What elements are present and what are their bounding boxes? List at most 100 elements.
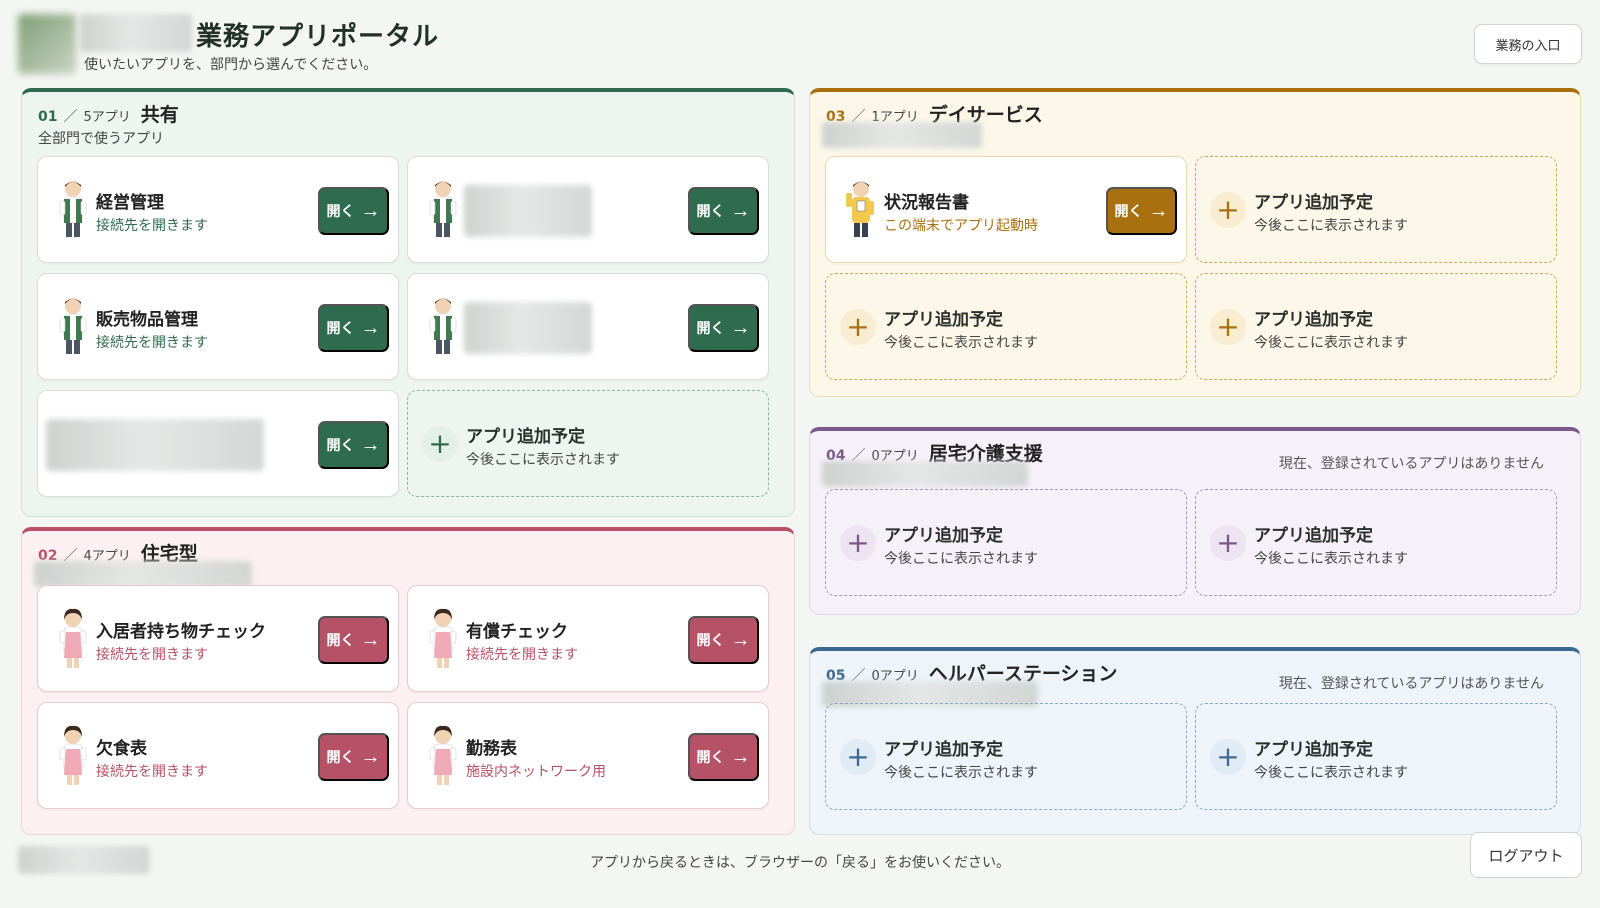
arrow-right-icon: → bbox=[360, 746, 381, 768]
open-label: 開く bbox=[696, 203, 725, 219]
open-label: 開く bbox=[326, 437, 355, 453]
app-placeholder-card: + アプリ追加予定 今後ここに表示されます bbox=[1195, 489, 1557, 596]
open-button[interactable]: 開く → bbox=[688, 616, 759, 664]
app-card-subtitle: 接続先を開きます bbox=[96, 218, 208, 234]
page-footer: アプリから戻るときは、ブラウザーの「戻る」をお使いください。 ログアウト bbox=[18, 832, 1582, 896]
app-card-meal-absence[interactable]: 欠食表 接続先を開きます 開く → bbox=[37, 702, 399, 809]
app-card-title: 販売物品管理 bbox=[96, 310, 198, 330]
business-entry-button[interactable]: 業務の入口 bbox=[1474, 24, 1582, 64]
footer-note: アプリから戻るときは、ブラウザーの「戻る」をお使いください。 bbox=[590, 855, 1010, 871]
section-empty-note: 現在、登録されているアプリはありません bbox=[1278, 676, 1544, 692]
open-button[interactable]: 開く → bbox=[318, 187, 389, 235]
app-card-title: 欠食表 bbox=[96, 739, 147, 759]
open-label: 開く bbox=[696, 749, 725, 765]
section-header: 01 ／ 5アプリ 共有 bbox=[38, 100, 179, 127]
app-card-title: 勤務表 bbox=[466, 739, 517, 759]
placeholder-title: アプリ追加予定 bbox=[884, 526, 1003, 546]
app-card-belongings-check[interactable]: 入居者持ち物チェック 接続先を開きます 開く → bbox=[37, 585, 399, 692]
plus-icon: + bbox=[1210, 309, 1246, 345]
open-label: 開く bbox=[326, 632, 355, 648]
open-label: 開く bbox=[696, 320, 725, 336]
open-button[interactable]: 開く → bbox=[688, 733, 759, 781]
section-description-redacted bbox=[822, 461, 1028, 487]
section-helper-station: 05 ／ 0アプリ ヘルパーステーション 現在、登録されているアプリはありません… bbox=[809, 647, 1581, 835]
open-label: 開く bbox=[326, 320, 355, 336]
app-card-status-report[interactable]: 状況報告書 この端末でアプリ起動時 開く → bbox=[825, 156, 1187, 263]
app-header: 業務アプリポータル 使いたいアプリを、部門から選んでください。 業務の入口 bbox=[18, 14, 1582, 76]
placeholder-title: アプリ追加予定 bbox=[884, 740, 1003, 760]
app-card-management[interactable]: 経営管理 接続先を開きます 開く → bbox=[37, 156, 399, 263]
open-button[interactable]: 開く → bbox=[688, 304, 759, 352]
section-housing: 02 ／ 4アプリ 住宅型 入居者持ち物チェック 接続先を開きます 開く → 有償… bbox=[21, 527, 795, 835]
plus-icon: + bbox=[1210, 192, 1246, 228]
placeholder-subtitle: 今後ここに表示されます bbox=[884, 551, 1038, 567]
staff-man-green-vest-icon bbox=[56, 179, 90, 241]
app-placeholder-card: + アプリ追加予定 今後ここに表示されます bbox=[825, 489, 1187, 596]
app-card-subtitle: 接続先を開きます bbox=[96, 335, 208, 351]
arrow-right-icon: → bbox=[730, 200, 751, 222]
placeholder-subtitle: 今後ここに表示されます bbox=[1254, 551, 1408, 567]
staff-man-green-vest-icon bbox=[426, 296, 460, 358]
app-placeholder-card: + アプリ追加予定 今後ここに表示されます bbox=[825, 703, 1187, 810]
open-button[interactable]: 開く → bbox=[318, 733, 389, 781]
app-placeholder-card: + アプリ追加予定 今後ここに表示されます bbox=[1195, 703, 1557, 810]
open-label: 開く bbox=[326, 749, 355, 765]
app-card-sales-goods[interactable]: 販売物品管理 接続先を開きます 開く → bbox=[37, 273, 399, 380]
app-card-redacted-2[interactable]: 開く → bbox=[407, 273, 769, 380]
app-card-paid-check[interactable]: 有償チェック 接続先を開きます 開く → bbox=[407, 585, 769, 692]
app-placeholder-card: + アプリ追加予定 今後ここに表示されます bbox=[825, 273, 1187, 380]
section-separator: ／ bbox=[63, 109, 78, 125]
placeholder-subtitle: 今後ここに表示されます bbox=[466, 452, 620, 468]
company-logo-icon bbox=[18, 14, 76, 74]
placeholder-subtitle: 今後ここに表示されます bbox=[884, 335, 1038, 351]
app-card-subtitle: 接続先を開きます bbox=[96, 764, 208, 780]
placeholder-title: アプリ追加予定 bbox=[1254, 310, 1373, 330]
staff-woman-pink-apron-icon bbox=[56, 608, 90, 670]
open-button[interactable]: 開く → bbox=[318, 304, 389, 352]
open-button[interactable]: 開く → bbox=[688, 187, 759, 235]
app-card-redacted-3[interactable]: 開く → bbox=[37, 390, 399, 497]
section-empty-note: 現在、登録されているアプリはありません bbox=[1278, 456, 1544, 472]
app-placeholder-card: + アプリ追加予定 今後ここに表示されます bbox=[1195, 273, 1557, 380]
section-home-care-support: 04 ／ 0アプリ 居宅介護支援 現在、登録されているアプリはありません + ア… bbox=[809, 427, 1581, 615]
plus-icon: + bbox=[840, 309, 876, 345]
staff-man-green-vest-icon bbox=[426, 179, 460, 241]
staff-woman-pink-apron-icon bbox=[426, 725, 460, 787]
section-shared: 01 ／ 5アプリ 共有 全部門で使うアプリ 経営管理 接続先を開きます 開く →… bbox=[21, 88, 795, 517]
app-card-redacted-1[interactable]: 開く → bbox=[407, 156, 769, 263]
arrow-right-icon: → bbox=[1148, 200, 1169, 222]
app-card-title: 状況報告書 bbox=[884, 193, 969, 213]
placeholder-title: アプリ追加予定 bbox=[466, 427, 585, 447]
section-app-count: 5アプリ bbox=[83, 110, 131, 125]
section-description-redacted bbox=[34, 561, 252, 587]
plus-icon: + bbox=[1210, 525, 1246, 561]
placeholder-subtitle: 今後ここに表示されます bbox=[1254, 335, 1408, 351]
plus-icon: + bbox=[840, 739, 876, 775]
logout-button[interactable]: ログアウト bbox=[1470, 832, 1582, 878]
open-label: 開く bbox=[1114, 203, 1143, 219]
section-description: 全部門で使うアプリ bbox=[38, 131, 164, 147]
company-name-redacted bbox=[80, 14, 192, 52]
section-description-redacted bbox=[822, 122, 982, 148]
app-card-subtitle: この端末でアプリ起動時 bbox=[884, 218, 1038, 234]
arrow-right-icon: → bbox=[360, 629, 381, 651]
placeholder-title: アプリ追加予定 bbox=[884, 310, 1003, 330]
section-name: 共有 bbox=[140, 104, 179, 126]
placeholder-title: アプリ追加予定 bbox=[1254, 526, 1373, 546]
placeholder-subtitle: 今後ここに表示されます bbox=[1254, 218, 1408, 234]
app-card-subtitle: 施設内ネットワーク用 bbox=[466, 764, 606, 780]
open-button[interactable]: 開く → bbox=[1106, 187, 1177, 235]
app-card-shift-table[interactable]: 勤務表 施設内ネットワーク用 開く → bbox=[407, 702, 769, 809]
open-button[interactable]: 開く → bbox=[318, 616, 389, 664]
staff-man-yellow-icon bbox=[844, 179, 878, 241]
page-title: 業務アプリポータル bbox=[196, 22, 440, 52]
plus-icon: + bbox=[840, 525, 876, 561]
staff-woman-pink-apron-icon bbox=[56, 725, 90, 787]
open-button[interactable]: 開く → bbox=[318, 421, 389, 469]
app-placeholder-card: + アプリ追加予定 今後ここに表示されます bbox=[1195, 156, 1557, 263]
app-card-title: 入居者持ち物チェック bbox=[96, 622, 266, 642]
plus-icon: + bbox=[422, 426, 458, 462]
app-card-redacted-text bbox=[464, 302, 592, 354]
placeholder-title: アプリ追加予定 bbox=[1254, 193, 1373, 213]
open-label: 開く bbox=[326, 203, 355, 219]
